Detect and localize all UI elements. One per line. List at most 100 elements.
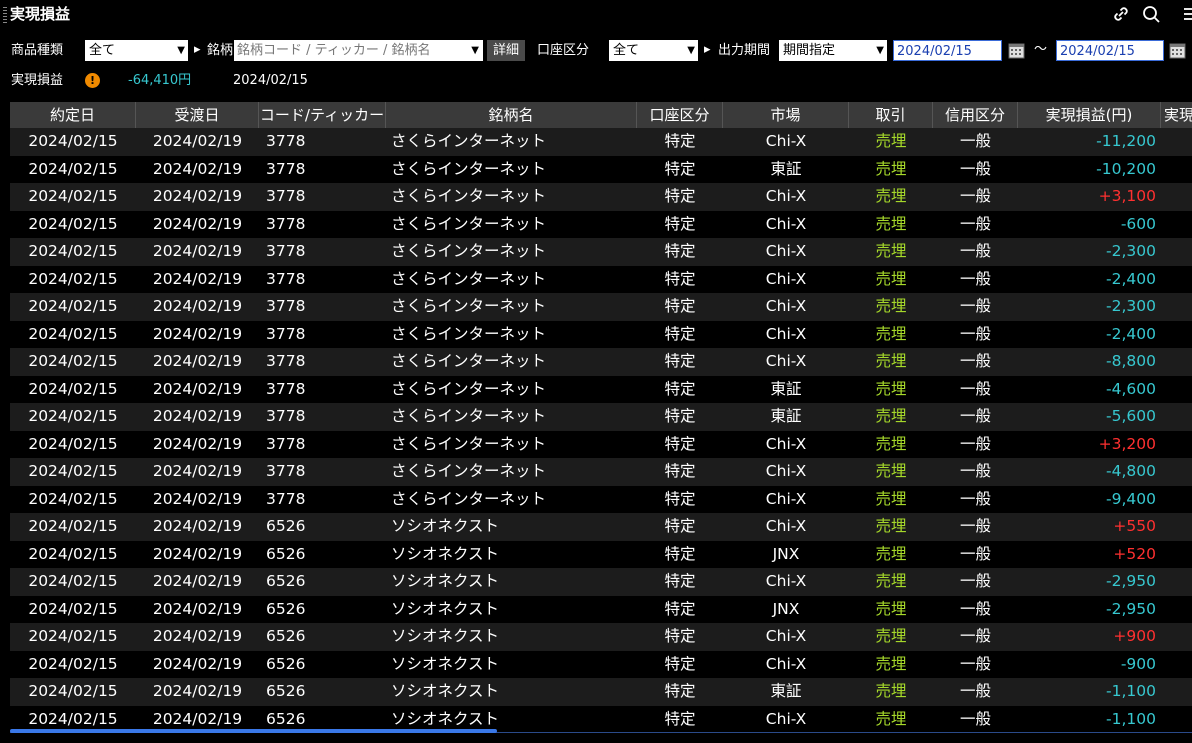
table-row[interactable]: 2024/02/15 2024/02/19 3778 さくらインターネット 特定 Chi-… [10, 293, 1192, 321]
column-header-realized-pl[interactable]: 実現損益(円) [1018, 102, 1161, 128]
cell-market: Chi-X [765, 434, 807, 453]
detail-button[interactable]: 詳細 [487, 40, 525, 61]
cell-account-type: 特定 [664, 132, 696, 150]
calendar-icon[interactable] [1008, 42, 1025, 59]
table-row[interactable]: 2024/02/15 2024/02/19 6526 ソシオネクスト 特定 Chi-X 売埋… [10, 623, 1192, 651]
column-header-margin-type[interactable]: 信用区分 [933, 102, 1018, 128]
cell-margin-type: 一般 [959, 682, 991, 700]
cell-market: 東証 [770, 159, 802, 178]
cell-stock-name: さくらインターネット [391, 187, 547, 205]
cell-trade-date: 2024/02/15 [28, 682, 118, 700]
table-row[interactable]: 2024/02/15 2024/02/19 3778 さくらインターネット 特定 Chi-… [10, 348, 1192, 376]
table-row[interactable]: 2024/02/15 2024/02/19 3778 さくらインターネット 特定 Chi-… [10, 458, 1192, 486]
cell-account-type: 特定 [664, 462, 696, 480]
cell-settle-date: 2024/02/19 [152, 187, 243, 205]
table-row[interactable]: 2024/02/15 2024/02/19 6526 ソシオネクスト 特定 Chi-X 売埋… [10, 568, 1192, 596]
table-row[interactable]: 2024/02/15 2024/02/19 6526 ソシオネクスト 特定 東証 売埋 一般 -… [10, 678, 1192, 706]
table-row[interactable]: 2024/02/15 2024/02/19 3778 さくらインターネット 特定 東証 売埋… [10, 155, 1192, 183]
cell-account-type: 特定 [664, 434, 696, 453]
table-row[interactable]: 2024/02/15 2024/02/19 3778 さくらインターネット 特定 Chi-… [10, 265, 1192, 293]
cell-stock-name: さくらインターネット [391, 159, 547, 178]
summary-label: 実現損益 [11, 73, 64, 88]
cell-trade-type: 売埋 [875, 242, 907, 260]
table-row[interactable]: 2024/02/15 2024/02/19 3778 さくらインターネット 特定 東証 売埋… [10, 375, 1192, 403]
column-header-settle-date[interactable]: 受渡日 [136, 102, 259, 128]
bullet-icon: ▸ [704, 42, 711, 57]
cell-stock-name: ソシオネクスト [391, 544, 500, 563]
cell-margin-type: 一般 [959, 214, 991, 233]
stock-search-placeholder: 銘柄コード / ティッカー / 銘柄名 [237, 43, 431, 58]
cell-realized-pl: -4,600 [1106, 379, 1156, 398]
cell-settle-date: 2024/02/19 [152, 599, 243, 618]
cell-settle-date: 2024/02/19 [152, 407, 243, 425]
menu-icon[interactable] [1170, 3, 1192, 25]
date-to-input[interactable]: 2024/02/15 [1056, 40, 1164, 61]
table-row[interactable]: 2024/02/15 2024/02/19 3778 さくらインターネット 特定 Chi-… [10, 210, 1192, 238]
cell-realized-pl: -2,950 [1106, 599, 1156, 618]
cell-market: Chi-X [765, 352, 807, 370]
table-row[interactable]: 2024/02/15 2024/02/19 3778 さくらインターネット 特定 東証 売埋… [10, 403, 1192, 431]
column-header-trade-date[interactable]: 約定日 [10, 102, 136, 128]
stock-search-input[interactable]: 銘柄コード / ティッカー / 銘柄名 ▼ [234, 40, 483, 61]
date-from-input[interactable]: 2024/02/15 [893, 40, 1002, 61]
column-header-account-type[interactable]: 口座区分 [637, 102, 723, 128]
drag-grip[interactable] [3, 7, 7, 23]
cell-trade-date: 2024/02/15 [28, 159, 118, 178]
cell-market: Chi-X [765, 462, 807, 480]
cell-settle-date: 2024/02/19 [152, 352, 243, 370]
cell-margin-type: 一般 [959, 544, 991, 563]
link-icon[interactable] [1110, 3, 1132, 25]
table-row[interactable]: 2024/02/15 2024/02/19 3778 さくらインターネット 特定 Chi-… [10, 238, 1192, 266]
cell-trade-date: 2024/02/15 [28, 187, 118, 205]
cell-market: Chi-X [765, 709, 807, 728]
calendar-icon[interactable] [1169, 42, 1186, 59]
product-type-select[interactable]: 全て ▼ [85, 40, 188, 61]
cell-market: Chi-X [765, 269, 807, 288]
cell-stock-name: ソシオネクスト [391, 572, 500, 590]
column-header-code[interactable]: コード/ティッカー [259, 102, 386, 128]
cell-trade-date: 2024/02/15 [28, 462, 118, 480]
cell-stock-name: さくらインターネット [391, 462, 547, 480]
column-header-stock-name[interactable]: 銘柄名 [386, 102, 637, 128]
cell-market: Chi-X [765, 572, 807, 590]
column-header-trade-type[interactable]: 取引 [849, 102, 933, 128]
cell-trade-date: 2024/02/15 [28, 572, 118, 590]
table-row[interactable]: 2024/02/15 2024/02/19 6526 ソシオネクスト 特定 JNX 売埋 一般… [10, 595, 1192, 623]
search-icon[interactable] [1140, 3, 1162, 25]
cell-settle-date: 2024/02/19 [152, 462, 243, 480]
cell-code: 3778 [266, 324, 306, 343]
account-type-select[interactable]: 全て ▼ [609, 40, 698, 61]
column-header-realized-extra[interactable]: 実現 [1161, 102, 1192, 128]
cell-realized-pl: -11,200 [1096, 132, 1156, 150]
cell-code: 3778 [266, 434, 306, 453]
cell-account-type: 特定 [664, 489, 696, 508]
table-row[interactable]: 2024/02/15 2024/02/19 3778 さくらインターネット 特定 Chi-… [10, 485, 1192, 513]
table-row[interactable]: 2024/02/15 2024/02/19 3778 さくらインターネット 特定 Chi-… [10, 320, 1192, 348]
table-body[interactable]: 2024/02/15 2024/02/19 3778 さくらインターネット 特定 Chi-… [10, 128, 1192, 733]
cell-market: 東証 [770, 407, 802, 425]
horizontal-scrollbar[interactable] [10, 729, 497, 733]
table-row[interactable]: 2024/02/15 2024/02/19 3778 さくらインターネット 特定 Chi-… [10, 183, 1192, 211]
cell-account-type: 特定 [664, 214, 696, 233]
cell-code: 3778 [266, 379, 306, 398]
cell-realized-pl: -2,300 [1106, 297, 1156, 315]
cell-trade-date: 2024/02/15 [28, 654, 118, 673]
warning-icon[interactable]: ! [85, 73, 100, 88]
cell-trade-type: 売埋 [875, 159, 907, 178]
table-row[interactable]: 2024/02/15 2024/02/19 3778 さくらインターネット 特定 Chi-… [10, 430, 1192, 458]
cell-trade-type: 売埋 [875, 572, 907, 590]
cell-settle-date: 2024/02/19 [152, 434, 243, 453]
cell-market: Chi-X [765, 489, 807, 508]
table-row[interactable]: 2024/02/15 2024/02/19 6526 ソシオネクスト 特定 JNX 売埋 一般… [10, 540, 1192, 568]
cell-code: 3778 [266, 352, 306, 370]
cell-code: 6526 [266, 517, 306, 535]
table-row[interactable]: 2024/02/15 2024/02/19 6526 ソシオネクスト 特定 Chi-X 売埋… [10, 650, 1192, 678]
output-period-select[interactable]: 期間指定 ▼ [779, 40, 887, 61]
cell-stock-name: さくらインターネット [391, 352, 547, 370]
cell-stock-name: さくらインターネット [391, 407, 547, 425]
table-row[interactable]: 2024/02/15 2024/02/19 6526 ソシオネクスト 特定 Chi-X 売埋… [10, 513, 1192, 541]
table-row[interactable]: 2024/02/15 2024/02/19 3778 さくらインターネット 特定 Chi-… [10, 128, 1192, 156]
cell-stock-name: ソシオネクスト [391, 517, 500, 535]
summary-total-value: -64,410円 [128, 73, 192, 88]
column-header-market[interactable]: 市場 [723, 102, 849, 128]
